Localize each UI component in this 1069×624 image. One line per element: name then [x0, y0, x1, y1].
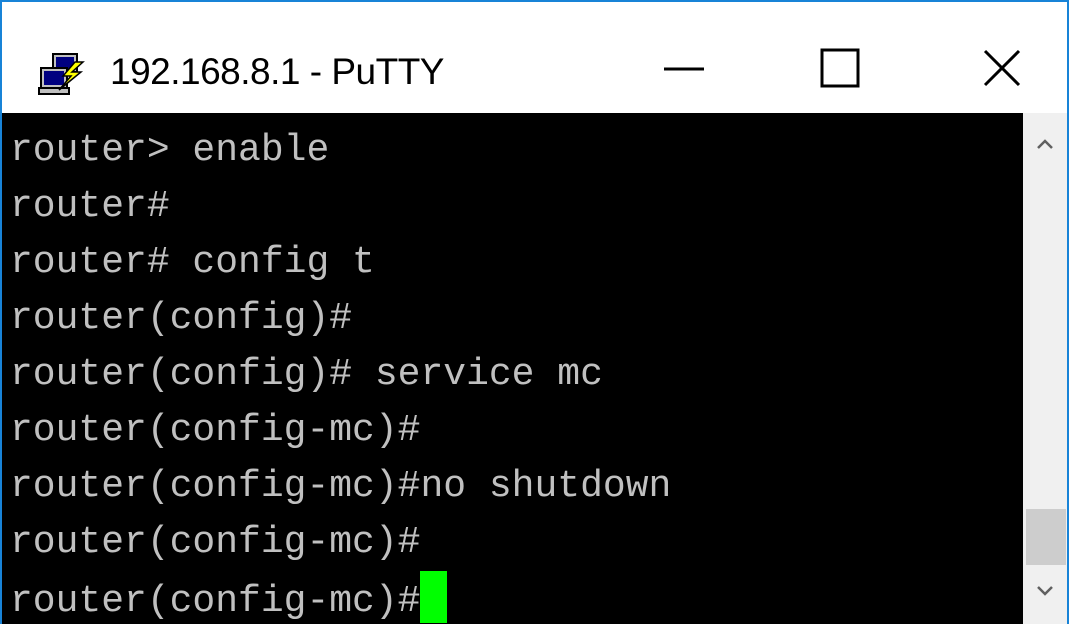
- minimize-icon: [664, 48, 704, 93]
- maximize-icon: [820, 48, 860, 93]
- chevron-up-icon: [1035, 137, 1055, 156]
- terminal-line: router(config)# service mc: [10, 353, 603, 396]
- text-cursor: [420, 571, 448, 623]
- terminal-line: router# config t: [10, 241, 375, 284]
- terminal-line: router#: [10, 185, 170, 228]
- window-title: 192.168.8.1 - PuTTY: [110, 51, 444, 92]
- close-icon: [982, 48, 1022, 93]
- terminal-line: router(config-mc)#: [10, 521, 421, 564]
- scroll-up-button[interactable]: [1023, 131, 1067, 161]
- terminal-line: router(config-mc)#no shutdown: [10, 465, 672, 508]
- maximize-button[interactable]: [785, 30, 895, 110]
- close-button[interactable]: [947, 30, 1057, 110]
- terminal-line: router> enable: [10, 129, 330, 172]
- chevron-down-icon: [1035, 584, 1055, 603]
- vertical-scrollbar[interactable]: [1023, 113, 1067, 624]
- terminal-line: router(config-mc)#: [10, 409, 421, 452]
- putty-icon[interactable]: [35, 52, 93, 96]
- terminal-prompt-line[interactable]: router(config-mc)#: [10, 571, 448, 624]
- scroll-thumb[interactable]: [1026, 509, 1066, 565]
- terminal-output[interactable]: router> enable router# router# config t …: [2, 113, 1023, 624]
- terminal-prompt: router(config-mc)#: [10, 580, 421, 623]
- terminal-line: router(config)#: [10, 297, 353, 340]
- minimize-button[interactable]: [629, 30, 739, 110]
- putty-window: 192.168.8.1 - PuTTY router> enable route…: [0, 0, 1069, 624]
- title-bar[interactable]: 192.168.8.1 - PuTTY: [2, 2, 1067, 113]
- scroll-down-button[interactable]: [1023, 578, 1067, 608]
